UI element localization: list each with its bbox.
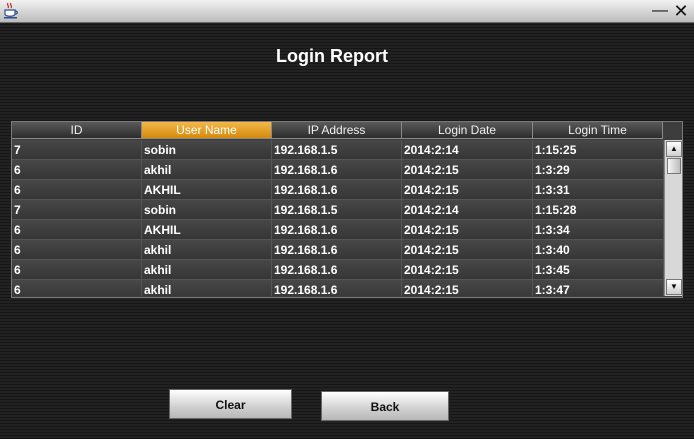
cell-id: 6: [12, 260, 142, 280]
cell-user-name: AKHIL: [142, 180, 272, 200]
cell-ip-address: 192.168.1.6: [272, 280, 402, 296]
back-button[interactable]: Back: [321, 391, 449, 421]
cell-login-time: 1:3:31: [533, 180, 664, 200]
table-row[interactable]: 6 akhil 192.168.1.6 2014:2:15 1:3:40: [12, 240, 664, 260]
title-bar[interactable]: — ✕: [0, 0, 694, 23]
column-header-login-date[interactable]: Login Date: [402, 122, 533, 139]
login-report-table[interactable]: ID User Name IP Address Login Date Login…: [11, 121, 683, 298]
cell-login-time: 1:3:45: [533, 260, 664, 280]
scroll-down-button[interactable]: ▼: [666, 279, 682, 295]
table-header: ID User Name IP Address Login Date Login…: [12, 122, 665, 140]
cell-user-name: akhil: [142, 160, 272, 180]
vertical-scrollbar[interactable]: ▲ ▼: [664, 140, 682, 296]
cell-login-date: 2014:2:15: [402, 240, 533, 260]
cell-user-name: AKHIL: [142, 220, 272, 240]
java-cup-icon: [4, 2, 18, 19]
cell-login-time: 1:3:34: [533, 220, 664, 240]
cell-id: 6: [12, 220, 142, 240]
cell-login-date: 2014:2:15: [402, 220, 533, 240]
cell-user-name: akhil: [142, 280, 272, 296]
table-row[interactable]: 6 akhil 192.168.1.6 2014:2:15 1:3:47: [12, 280, 664, 296]
close-button[interactable]: ✕: [672, 2, 690, 20]
table-row[interactable]: 6 akhil 192.168.1.6 2014:2:15 1:3:45: [12, 260, 664, 280]
cell-ip-address: 192.168.1.5: [272, 140, 402, 160]
cell-login-date: 2014:2:14: [402, 200, 533, 220]
cell-ip-address: 192.168.1.6: [272, 160, 402, 180]
cell-ip-address: 192.168.1.6: [272, 260, 402, 280]
cell-id: 7: [12, 200, 142, 220]
minimize-button[interactable]: —: [651, 2, 669, 20]
cell-login-time: 1:3:47: [533, 280, 664, 296]
cell-login-date: 2014:2:15: [402, 160, 533, 180]
column-header-ip-address[interactable]: IP Address: [272, 122, 402, 139]
cell-ip-address: 192.168.1.6: [272, 180, 402, 200]
scroll-thumb[interactable]: [667, 158, 681, 174]
table-row[interactable]: 6 akhil 192.168.1.6 2014:2:15 1:3:29: [12, 160, 664, 180]
cell-login-date: 2014:2:14: [402, 140, 533, 160]
cell-login-date: 2014:2:15: [402, 280, 533, 296]
cell-id: 6: [12, 280, 142, 296]
cell-user-name: akhil: [142, 260, 272, 280]
cell-login-time: 1:3:40: [533, 240, 664, 260]
cell-user-name: akhil: [142, 240, 272, 260]
cell-user-name: sobin: [142, 200, 272, 220]
scroll-up-button[interactable]: ▲: [666, 141, 682, 157]
column-header-login-time[interactable]: Login Time: [533, 122, 663, 139]
table-row[interactable]: 6 AKHIL 192.168.1.6 2014:2:15 1:3:31: [12, 180, 664, 200]
cell-id: 6: [12, 180, 142, 200]
cell-id: 6: [12, 160, 142, 180]
cell-login-time: 1:3:29: [533, 160, 664, 180]
column-header-id[interactable]: ID: [12, 122, 142, 139]
cell-id: 7: [12, 140, 142, 160]
table-row[interactable]: 6 AKHIL 192.168.1.6 2014:2:15 1:3:34: [12, 220, 664, 240]
cell-user-name: sobin: [142, 140, 272, 160]
cell-login-date: 2014:2:15: [402, 260, 533, 280]
column-header-user-name[interactable]: User Name: [142, 122, 272, 139]
cell-login-time: 1:15:28: [533, 200, 664, 220]
cell-ip-address: 192.168.1.5: [272, 200, 402, 220]
page-title: Login Report: [276, 46, 388, 66]
cell-id: 6: [12, 240, 142, 260]
table-body[interactable]: 7 sobin 192.168.1.5 2014:2:14 1:15:25 6 akhil 1…: [12, 140, 664, 296]
cell-login-date: 2014:2:15: [402, 180, 533, 200]
clear-button[interactable]: Clear: [169, 389, 292, 419]
cell-ip-address: 192.168.1.6: [272, 240, 402, 260]
cell-login-time: 1:15:25: [533, 140, 664, 160]
cell-ip-address: 192.168.1.6: [272, 220, 402, 240]
table-row[interactable]: 7 sobin 192.168.1.5 2014:2:14 1:15:25: [12, 140, 664, 160]
table-row[interactable]: 7 sobin 192.168.1.5 2014:2:14 1:15:28: [12, 200, 664, 220]
